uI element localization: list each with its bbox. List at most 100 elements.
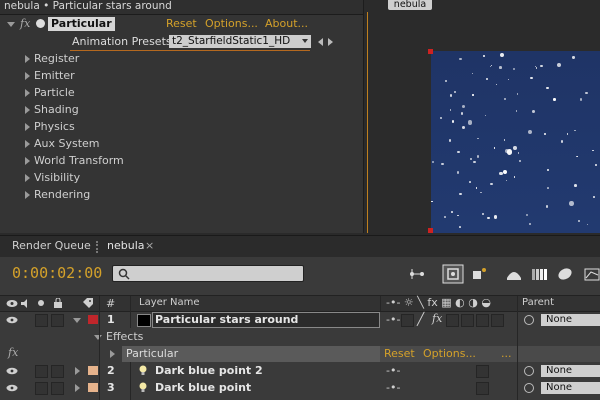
collapse-triangle-icon[interactable] — [7, 22, 15, 27]
reset-link[interactable]: Reset — [166, 17, 197, 30]
tab-render-queue[interactable]: Render Queue — [12, 239, 91, 252]
expand-triangle-icon[interactable] — [25, 191, 30, 199]
property-group-physics[interactable]: Physics — [0, 118, 363, 135]
parent-select[interactable]: None — [541, 314, 600, 326]
solo-switch[interactable] — [35, 365, 48, 378]
reset-link[interactable]: Reset — [384, 347, 415, 360]
options-link[interactable]: Options... — [423, 347, 476, 360]
motion-blur-switch[interactable] — [461, 314, 474, 327]
audio-header-icon[interactable] — [20, 299, 32, 308]
quality-switch-icon[interactable]: ╱ — [417, 312, 424, 326]
composition-canvas[interactable] — [431, 51, 600, 233]
tab-nebula[interactable]: nebula — [107, 239, 145, 252]
layer-row[interactable]: 3 Dark blue point -•- None — [0, 380, 600, 396]
parent-select[interactable]: None — [541, 382, 600, 394]
graph-editor-icon[interactable] — [583, 266, 600, 282]
label-color-swatch[interactable] — [88, 383, 98, 392]
expand-triangle-icon[interactable] — [25, 140, 30, 148]
shy-switch-icon[interactable]: -•- — [386, 364, 400, 377]
label-color-swatch[interactable] — [88, 315, 98, 324]
property-group-visibility[interactable]: Visibility — [0, 169, 363, 186]
collapse-triangle-icon[interactable] — [73, 318, 81, 323]
expand-triangle-icon[interactable] — [25, 174, 30, 182]
lock-header-icon[interactable] — [54, 298, 62, 308]
solo-switch[interactable] — [35, 314, 48, 327]
layer-name[interactable]: Dark blue point 2 — [155, 364, 263, 377]
switches-header-icon[interactable]: -•- ☼ ╲ fx ▦ ◐ ◑ ◒ — [386, 296, 491, 309]
property-group-rendering[interactable]: Rendering — [0, 186, 363, 203]
adjustment-switch[interactable] — [476, 314, 489, 327]
composition-tab[interactable]: nebula — [388, 0, 432, 10]
comp-mini-flowchart-icon[interactable] — [408, 266, 426, 282]
effect-row[interactable]: fx Particular Reset Options... ... — [0, 346, 600, 362]
3d-layer-switch[interactable] — [491, 314, 504, 327]
animation-presets-select[interactable]: t2_StarfieldStatic1_HD — [169, 35, 311, 48]
next-preset-icon[interactable] — [328, 38, 333, 46]
solo-switch[interactable] — [35, 382, 48, 395]
property-group-world-transform[interactable]: World Transform — [0, 152, 363, 169]
brainstorm-icon[interactable] — [556, 266, 574, 282]
layer-row[interactable]: 2 Dark blue point 2 -•- None — [0, 363, 600, 379]
property-group-particle[interactable]: Particle — [0, 84, 363, 101]
column-header-number[interactable]: # — [106, 297, 115, 310]
pickwhip-icon[interactable] — [524, 315, 534, 325]
expand-triangle-icon[interactable] — [25, 72, 30, 80]
column-header-layer-name[interactable]: Layer Name — [139, 297, 200, 308]
fx-toggle-icon[interactable]: fx — [8, 346, 18, 359]
hide-shy-layers-icon[interactable] — [470, 266, 488, 282]
pickwhip-icon[interactable] — [524, 366, 534, 376]
solo-header-icon[interactable] — [38, 300, 44, 306]
close-icon[interactable]: × — [145, 239, 154, 252]
eye-icon[interactable] — [6, 384, 18, 392]
lock-switch[interactable] — [51, 382, 64, 395]
frame-blending-icon[interactable] — [505, 266, 523, 282]
lock-switch[interactable] — [51, 365, 64, 378]
collapse-switch[interactable] — [401, 314, 414, 327]
current-time-display[interactable]: 0:00:02:00 — [12, 264, 102, 282]
frame-blend-switch[interactable] — [446, 314, 459, 327]
effect-settings-icon[interactable] — [36, 19, 45, 28]
expand-triangle-icon[interactable] — [25, 157, 30, 165]
parent-select[interactable]: None — [541, 365, 600, 377]
layer-search-input[interactable] — [112, 265, 304, 282]
column-header-parent[interactable]: Parent — [522, 297, 554, 308]
property-group-register[interactable]: Register — [0, 50, 363, 67]
tab-grip-icon[interactable] — [96, 241, 100, 253]
eye-icon[interactable] — [6, 367, 18, 375]
expand-triangle-icon[interactable] — [25, 89, 30, 97]
expand-triangle-icon[interactable] — [25, 123, 30, 131]
label-header-icon[interactable] — [82, 298, 94, 309]
property-group-emitter[interactable]: Emitter — [0, 67, 363, 84]
label-color-swatch[interactable] — [88, 366, 98, 375]
effects-group-row[interactable]: Effects — [0, 329, 600, 345]
shy-switch-icon[interactable]: -•- — [386, 313, 400, 326]
collapse-triangle-icon[interactable] — [94, 335, 102, 340]
expand-triangle-icon[interactable] — [75, 367, 80, 375]
adjustment-switch[interactable] — [476, 382, 489, 395]
about-link[interactable]: About... — [265, 17, 308, 30]
about-link[interactable]: ... — [501, 347, 512, 360]
property-group-aux-system[interactable]: Aux System — [0, 135, 363, 152]
previous-preset-icon[interactable] — [318, 38, 323, 46]
fx-switch-icon[interactable]: fx — [432, 312, 442, 325]
layer-name[interactable]: Particular stars around — [155, 313, 298, 326]
draft-3d-icon[interactable] — [442, 264, 464, 284]
expand-triangle-icon[interactable] — [110, 350, 115, 358]
effect-name[interactable]: Particular — [48, 17, 115, 31]
property-group-shading[interactable]: Shading — [0, 101, 363, 118]
lock-switch[interactable] — [51, 314, 64, 327]
expand-triangle-icon[interactable] — [75, 384, 80, 392]
layer-bound-handle[interactable] — [428, 49, 433, 54]
layer-name[interactable]: Dark blue point — [155, 381, 251, 394]
layer-bound-handle[interactable] — [428, 228, 433, 233]
pickwhip-icon[interactable] — [524, 383, 534, 393]
video-visibility-header-icon[interactable] — [6, 299, 18, 308]
expand-triangle-icon[interactable] — [25, 55, 30, 63]
options-link[interactable]: Options... — [205, 17, 258, 30]
adjustment-switch[interactable] — [476, 365, 489, 378]
expand-triangle-icon[interactable] — [25, 106, 30, 114]
fx-toggle-icon[interactable]: fx — [20, 17, 30, 30]
shy-switch-icon[interactable]: -•- — [386, 381, 400, 394]
eye-icon[interactable] — [6, 316, 18, 324]
motion-blur-icon[interactable] — [530, 266, 548, 282]
